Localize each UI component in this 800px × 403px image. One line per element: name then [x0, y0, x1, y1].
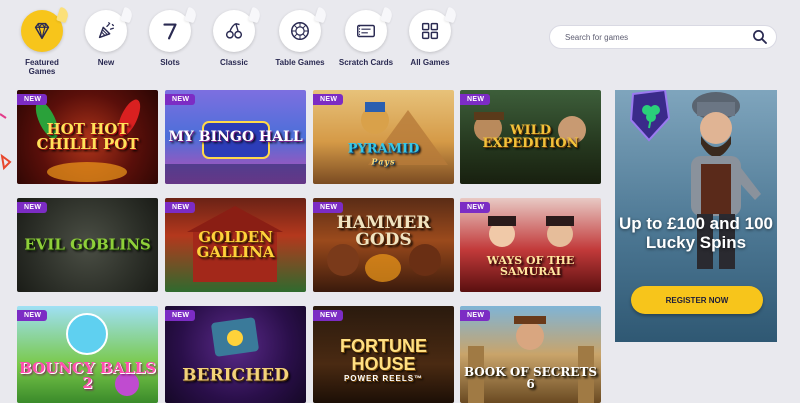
game-tile-wild-expedition[interactable]: NEW WILD EXPEDITION [460, 90, 601, 184]
ticket-icon [357, 24, 375, 38]
category-all-games[interactable]: All Games [398, 10, 462, 67]
new-badge: NEW [17, 94, 48, 105]
game-title: WAYS OF THE SAMURAI [486, 253, 575, 278]
game-title: HOT HOT CHILLI POT [36, 120, 139, 153]
category-table-games[interactable]: Table Games [268, 10, 332, 67]
game-title-main: FORTUNE HOUSE [340, 336, 427, 375]
game-subtitle: POWER REELS™ [343, 374, 424, 384]
game-title: MY BINGO HALL [168, 129, 303, 145]
new-badge: NEW [460, 94, 491, 105]
search-icon[interactable] [752, 29, 768, 45]
register-now-button[interactable]: REGISTER NOW [631, 286, 763, 314]
new-badge: NEW [313, 94, 344, 105]
category-label: Classic [219, 58, 249, 67]
new-badge: NEW [313, 310, 344, 321]
confetti-decoration [0, 113, 12, 171]
promo-banner: Up to £100 and 100 Lucky Spins REGISTER … [615, 90, 777, 342]
category-label: All Games [410, 58, 450, 67]
game-tile-fortune-house[interactable]: NEW FORTUNE HOUSE POWER REELS™ [313, 306, 454, 403]
diamond-icon [34, 22, 50, 40]
search-bar [549, 25, 777, 49]
roulette-wheel-icon [291, 22, 309, 40]
new-badge: NEW [165, 94, 196, 105]
category-label: Scratch Cards [338, 58, 394, 67]
game-tile-hammer-gods[interactable]: NEW HAMMER GODS [313, 198, 454, 292]
game-tile-golden-gallina[interactable]: NEW GOLDEN GALLINA [165, 198, 306, 292]
game-title: EVIL GOBLINS [24, 235, 151, 254]
game-title-main: PYRAMID [347, 141, 420, 157]
new-badge: NEW [460, 310, 491, 321]
game-title: BERICHED [182, 365, 289, 386]
party-popper-icon [98, 22, 114, 39]
category-classic-bubble [213, 10, 255, 52]
category-classic[interactable]: Classic [202, 10, 266, 67]
category-label: New [97, 58, 115, 67]
category-new[interactable]: New [74, 10, 138, 67]
category-label: Slots [160, 58, 180, 67]
category-scratch-cards[interactable]: Scratch Cards [334, 10, 398, 67]
game-subtitle: Pays [371, 156, 396, 167]
category-table-games-bubble [279, 10, 321, 52]
seven-icon [163, 23, 177, 40]
new-badge: NEW [165, 202, 196, 213]
game-title: BOUNCY BALLS 2 [19, 358, 156, 392]
new-badge: NEW [460, 202, 491, 213]
game-tile-hot-hot-chilli-pot[interactable]: NEW HOT HOT CHILLI POT [17, 90, 158, 184]
promo-headline: Up to £100 and 100 Lucky Spins [618, 214, 773, 252]
search-input[interactable] [550, 31, 752, 43]
new-badge: NEW [17, 310, 48, 321]
game-tile-pyramid-pays[interactable]: NEW PYRAMID Pays [313, 90, 454, 184]
grid-icon [421, 22, 439, 40]
game-tile-beriched[interactable]: NEW BERICHED [165, 306, 306, 403]
game-title: PYRAMID Pays [313, 142, 454, 165]
game-title: GOLDEN GALLINA [196, 228, 275, 261]
game-title: BOOK OF SECRETS 6 [463, 364, 598, 391]
new-badge: NEW [313, 202, 344, 213]
game-tile-book-of-secrets-6[interactable]: NEW BOOK OF SECRETS 6 [460, 306, 601, 403]
new-badge: NEW [165, 310, 196, 321]
new-badge: NEW [17, 202, 48, 213]
category-all-games-bubble [409, 10, 451, 52]
category-scratch-cards-bubble [345, 10, 387, 52]
game-tile-my-bingo-hall[interactable]: NEW MY BINGO HALL [165, 90, 306, 184]
game-title: HAMMER GODS [336, 212, 431, 250]
category-nav: Featured Games New Slots Classic Table G… [0, 0, 470, 82]
game-tile-bouncy-balls-2[interactable]: NEW BOUNCY BALLS 2 [17, 306, 158, 403]
category-label: Featured Games [25, 58, 59, 76]
category-label: Table Games [275, 58, 325, 67]
game-title: WILD EXPEDITION [482, 123, 579, 151]
category-featured-games[interactable]: Featured Games [10, 10, 74, 76]
cherries-icon [225, 22, 243, 39]
category-slots-bubble [149, 10, 191, 52]
game-tile-evil-goblins[interactable]: NEW EVIL GOBLINS [17, 198, 158, 292]
game-tile-ways-of-the-samurai[interactable]: NEW WAYS OF THE SAMURAI [460, 198, 601, 292]
category-slots[interactable]: Slots [138, 10, 202, 67]
category-featured-games-bubble [21, 10, 63, 52]
category-new-bubble [85, 10, 127, 52]
game-title: FORTUNE HOUSE POWER REELS™ [313, 337, 454, 383]
